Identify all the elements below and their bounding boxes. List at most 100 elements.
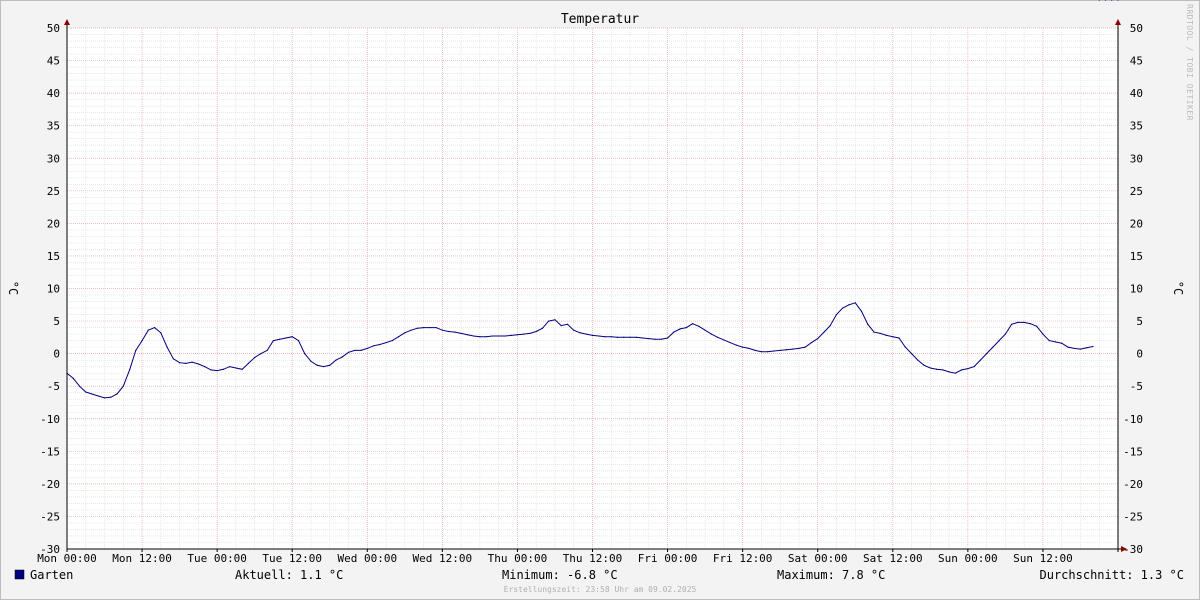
y-axis-right-labels: 50454035302520151050-5-10-15-20-25-30	[1123, 22, 1143, 556]
data-point	[329, 364, 331, 366]
data-point	[272, 340, 275, 342]
data-point	[372, 345, 375, 347]
data-point	[247, 362, 250, 364]
data-point	[917, 359, 919, 361]
data-point	[604, 336, 606, 338]
data-point	[835, 313, 838, 316]
data-point	[1111, 0, 1113, 1]
y-tick-label-right: -20	[1123, 478, 1143, 491]
y-tick-label-right: -25	[1123, 510, 1143, 523]
y-tick-label-right: 45	[1130, 55, 1143, 68]
x-tick-label: Sun 00:00	[938, 552, 998, 565]
data-point	[792, 348, 794, 350]
data-point	[823, 331, 825, 333]
stat-average: Durchschnitt: 1.3 °C	[1040, 568, 1185, 582]
data-point	[541, 327, 544, 329]
x-tick-label: Sun 12:00	[1013, 552, 1073, 565]
y-tick-label-right: 20	[1130, 217, 1143, 230]
data-point	[623, 336, 625, 338]
y-tick-label-right: 25	[1130, 185, 1143, 198]
chart-title: Temperatur	[561, 12, 639, 27]
data-point	[210, 369, 212, 371]
data-point	[817, 338, 819, 340]
data-point	[366, 347, 368, 350]
y-tick-label-right: -30	[1123, 543, 1143, 556]
data-point	[754, 349, 756, 351]
legend-swatch-garten	[14, 569, 25, 580]
data-point	[291, 336, 293, 338]
data-point	[141, 340, 143, 342]
data-point	[929, 367, 931, 369]
x-tick-label: Tue 12:00	[262, 552, 322, 565]
data-point	[397, 336, 400, 338]
data-point	[923, 364, 925, 366]
data-point	[1011, 323, 1013, 325]
data-point	[166, 346, 168, 348]
y-axis-left-labels: 50454035302520151050-5-10-15-20-25-30	[40, 22, 60, 556]
data-point	[566, 323, 569, 325]
data-point	[554, 319, 556, 321]
creation-timestamp: Erstellungszeit: 23:58 Uhr am 09.02.2025	[504, 585, 697, 594]
data-point	[1104, 0, 1107, 1]
data-point	[860, 310, 863, 312]
y-tick-label-left: -20	[40, 478, 60, 491]
data-point	[498, 335, 500, 337]
data-point	[422, 326, 425, 329]
x-tick-label: Thu 00:00	[488, 552, 548, 565]
data-point	[473, 335, 475, 337]
y-tick-label-left: 35	[47, 120, 60, 133]
data-point	[648, 338, 650, 340]
data-point	[1098, 0, 1100, 1]
data-point	[829, 325, 831, 327]
data-point	[197, 363, 199, 365]
data-point	[523, 333, 525, 335]
y-tick-label-left: 25	[47, 185, 60, 198]
data-point	[873, 331, 875, 333]
data-point	[679, 328, 681, 330]
data-point	[1029, 323, 1032, 325]
data-point	[354, 349, 356, 351]
data-point	[1004, 333, 1006, 335]
data-point	[710, 333, 712, 335]
data-point	[135, 349, 137, 351]
data-point	[1061, 342, 1063, 344]
data-point	[967, 368, 969, 370]
y-tick-label-left: 50	[47, 22, 60, 35]
data-point	[172, 358, 174, 360]
data-point	[491, 335, 494, 337]
data-point	[535, 330, 537, 333]
y-tick-label-left: 5	[53, 315, 60, 328]
data-point	[479, 336, 481, 338]
data-point	[666, 337, 669, 339]
data-point	[516, 334, 519, 336]
data-point	[560, 325, 562, 327]
data-point	[266, 349, 268, 351]
data-point	[103, 397, 106, 399]
temperature-chart: 50454035302520151050-5-10-15-20-25-30 50…	[6, 0, 1194, 594]
data-point	[760, 351, 763, 353]
data-point	[85, 391, 87, 393]
y-tick-label-right: -5	[1130, 380, 1143, 393]
data-point	[510, 334, 512, 336]
y-tick-label-right: 15	[1130, 250, 1143, 263]
data-point	[798, 347, 800, 350]
data-point	[591, 334, 594, 336]
y-tick-label-right: -10	[1123, 413, 1143, 426]
data-point	[885, 334, 888, 336]
data-point	[992, 346, 994, 348]
y-tick-label-left: 15	[47, 250, 60, 263]
data-point	[379, 343, 381, 346]
data-point	[685, 326, 687, 329]
data-point	[1073, 347, 1075, 350]
data-point	[235, 367, 237, 369]
x-tick-label: Sat 00:00	[788, 552, 848, 565]
data-point	[128, 369, 131, 371]
data-point	[610, 336, 612, 338]
data-point	[641, 337, 644, 339]
data-point	[1048, 340, 1050, 342]
y-axis-right-arrow	[1115, 19, 1121, 25]
data-point	[973, 366, 975, 368]
x-tick-label: Tue 00:00	[187, 552, 247, 565]
data-point	[147, 329, 149, 331]
data-point	[573, 329, 575, 331]
